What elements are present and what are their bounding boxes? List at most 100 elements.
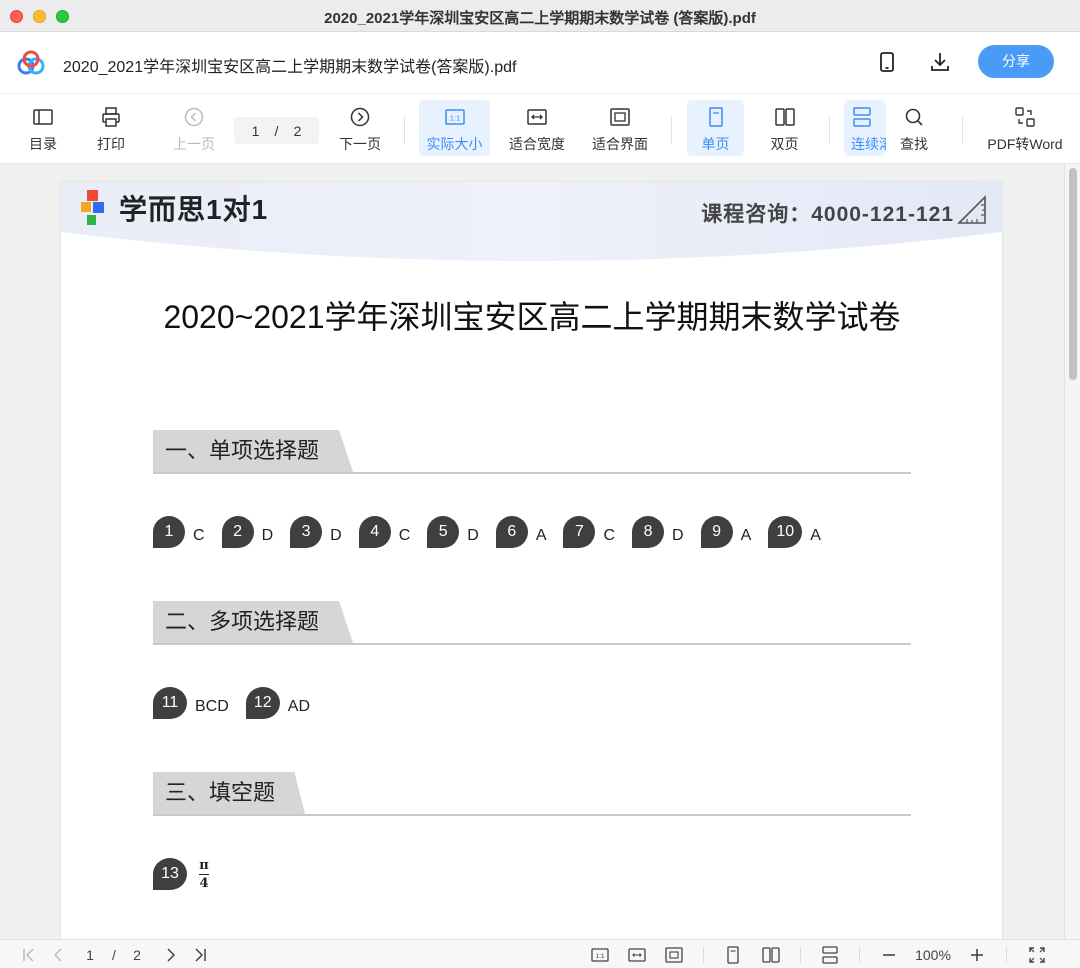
toolbar-divider — [829, 116, 830, 144]
double-page-button[interactable]: 双页 — [756, 100, 813, 156]
svg-text:1:1: 1:1 — [449, 114, 459, 123]
search-button[interactable]: 查找 — [892, 100, 936, 156]
single-page-button[interactable]: 单页 — [687, 100, 744, 156]
fullscreen-button[interactable] — [1026, 945, 1048, 965]
brand-logo: 学而思1对1 — [81, 188, 268, 228]
question-number-badge: 3 — [290, 516, 323, 548]
answer-value: D — [261, 527, 274, 544]
toolbar-divider — [671, 116, 672, 144]
pdf-to-word-button[interactable]: PDF转Word — [983, 100, 1067, 156]
status-fit-page-button[interactable] — [663, 945, 685, 965]
question-number-badge: 5 — [427, 516, 460, 548]
fraction-answer: π 4 — [199, 859, 209, 890]
section-tab: 三、填空题 — [153, 772, 305, 814]
fit-width-button[interactable]: 适合宽度 — [504, 100, 570, 156]
status-divider — [703, 947, 704, 963]
toolbar-divider — [962, 116, 963, 144]
scrollbar-thumb[interactable] — [1069, 168, 1077, 380]
brand-logo-icon — [81, 190, 104, 225]
phone-icon[interactable] — [875, 50, 899, 74]
page-number-input[interactable]: 1 / 2 — [234, 117, 319, 144]
page-banner: 学而思1对1 课程咨询：4000-121-121 — [61, 182, 1002, 272]
status-double-page-button[interactable] — [760, 945, 782, 965]
status-fit-width-button[interactable] — [626, 945, 648, 965]
catalog-button[interactable]: 目录 — [18, 100, 68, 156]
actual-size-button[interactable]: 1:1 实际大小 — [419, 100, 490, 156]
first-page-button[interactable] — [18, 945, 40, 965]
toolbar-divider — [404, 116, 405, 144]
sidebar-icon — [33, 109, 53, 125]
print-button[interactable]: 打印 — [86, 100, 136, 156]
section-divider — [153, 472, 911, 474]
title-bar: 2020_2021学年深圳宝安区高二上学期期末数学试卷 (答案版).pdf — [0, 0, 1080, 32]
last-page-icon — [195, 948, 206, 962]
answer-item: 8D — [632, 516, 684, 548]
answer-item: 5D — [427, 516, 479, 548]
section-heading-single-choice: 一、单项选择题 — [153, 430, 911, 474]
status-current-page[interactable]: 1 — [80, 945, 100, 965]
answer-value: C — [193, 527, 205, 544]
fit-page-icon — [665, 947, 683, 963]
status-page-separator: / — [112, 947, 116, 963]
status-single-page-button[interactable] — [722, 945, 744, 965]
answer-item: 3D — [290, 516, 342, 548]
minus-icon — [883, 954, 895, 956]
fit-width-icon — [628, 948, 646, 962]
pdf-page: 学而思1对1 课程咨询：4000-121-121 2020~2021学年深圳宝安… — [61, 182, 1002, 939]
section-tab: 一、单项选择题 — [153, 430, 353, 472]
download-icon[interactable] — [928, 50, 952, 74]
answer-item: 7C — [563, 516, 615, 548]
answer-value: D — [467, 527, 479, 544]
answer-value: C — [603, 527, 616, 544]
next-page-button[interactable]: 下一页 — [332, 100, 388, 156]
window-title: 2020_2021学年深圳宝安区高二上学期期末数学试卷 (答案版).pdf — [324, 10, 756, 27]
question-number-badge: 11 — [153, 687, 187, 719]
answer-value: A — [535, 527, 547, 544]
status-total-pages: 2 — [133, 947, 141, 963]
double-page-label: 双页 — [770, 136, 799, 152]
answer-item: 10 A — [768, 516, 821, 548]
vertical-scrollbar[interactable] — [1064, 164, 1080, 939]
current-page: 1 — [251, 122, 260, 139]
plus-icon — [971, 949, 983, 961]
document-title: 2020~2021学年深圳宝安区高二上学期期末数学试卷 — [163, 299, 901, 335]
single-page-icon — [708, 107, 723, 127]
fit-width-label: 适合宽度 — [509, 136, 565, 152]
prev-page-button[interactable]: 上一页 — [166, 100, 222, 156]
continuous-scroll-label: 连续滚 — [851, 136, 886, 152]
fit-page-label: 适合界面 — [592, 136, 648, 152]
answer-value: D — [672, 527, 684, 544]
last-page-button[interactable] — [189, 945, 211, 965]
answer-item: 11 BCD — [153, 687, 229, 719]
next-page-label: 下一页 — [339, 136, 381, 152]
status-divider — [859, 947, 860, 963]
actual-size-label: 实际大小 — [426, 136, 483, 152]
prev-page-small-button[interactable] — [48, 945, 68, 965]
zoom-out-button[interactable] — [879, 945, 899, 965]
status-bar: 1 / 2 1:1 100% — [0, 939, 1080, 968]
question-number-badge: 1 — [153, 516, 185, 548]
zoom-level[interactable]: 100% — [908, 945, 958, 965]
search-label: 查找 — [900, 136, 928, 152]
document-viewport[interactable]: 学而思1对1 课程咨询：4000-121-121 2020~2021学年深圳宝安… — [0, 164, 1080, 939]
catalog-label: 目录 — [29, 136, 57, 152]
zoom-in-button[interactable] — [967, 945, 987, 965]
printer-icon — [102, 107, 120, 127]
document-name: 2020_2021学年深圳宝安区高二上学期期末数学试卷(答案版).pdf — [63, 59, 517, 76]
section-heading-multiple-choice: 二、多项选择题 — [153, 601, 911, 645]
total-pages: 2 — [293, 122, 302, 139]
answer-item: 12 AD — [245, 687, 310, 719]
status-continuous-button[interactable] — [819, 945, 841, 965]
answer-item: 4C — [358, 516, 410, 548]
answer-item: 9A — [700, 516, 751, 548]
next-page-small-button[interactable] — [161, 945, 181, 965]
fraction-numerator: π — [199, 857, 209, 873]
fit-page-button[interactable]: 适合界面 — [587, 100, 653, 156]
status-actual-size-button[interactable]: 1:1 — [589, 945, 611, 965]
question-number-badge: 12 — [245, 687, 280, 719]
answer-item: 6A — [495, 516, 547, 548]
fraction-denominator: 4 — [199, 875, 209, 891]
share-button[interactable]: 分享 — [978, 45, 1054, 78]
question-number-badge: 10 — [768, 516, 803, 548]
continuous-scroll-button[interactable]: 连续滚 — [844, 100, 886, 156]
